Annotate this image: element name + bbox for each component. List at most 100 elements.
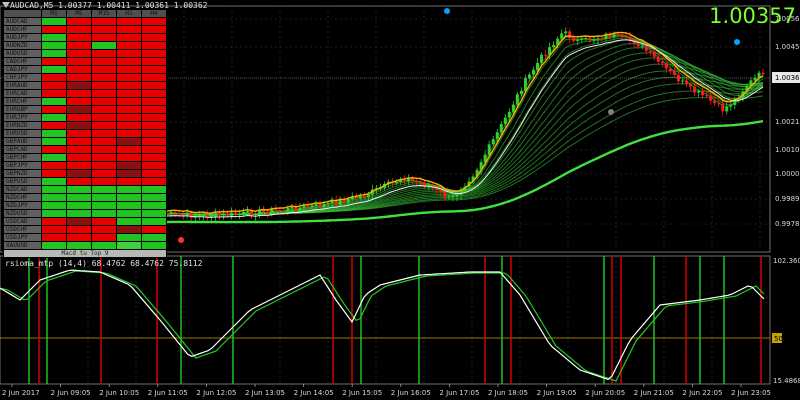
- heatmap-pair-label[interactable]: EURNZD: [3, 121, 42, 130]
- heatmap-pair-label[interactable]: AUDUSD: [3, 49, 42, 58]
- heatmap-row: GBPAUD: [3, 137, 167, 146]
- heatmap-header: M15: [91, 9, 117, 18]
- heatmap-pair-label[interactable]: AUDCHF: [3, 25, 42, 34]
- heatmap-cell: [91, 153, 117, 162]
- heatmap-pair-label[interactable]: EURCAD: [3, 89, 42, 98]
- candle-body: [411, 178, 415, 181]
- candle-body: [612, 33, 616, 38]
- candle-body: [197, 215, 201, 217]
- heatmap-pair-label[interactable]: CADJPY: [3, 65, 42, 74]
- heatmap-pair-label[interactable]: CADCHF: [3, 57, 42, 66]
- heatmap-pair-label[interactable]: EURUSD: [3, 129, 42, 138]
- time-tick-label: 2 Jun 11:05: [148, 389, 188, 397]
- heatmap-cell: [66, 217, 92, 226]
- heatmap-cell: [91, 105, 117, 114]
- heatmap-cell: [66, 153, 92, 162]
- candle-body: [721, 103, 725, 112]
- candle-body: [684, 80, 688, 85]
- candle-body: [201, 214, 205, 216]
- heatmap-cell: [141, 49, 167, 58]
- heatmap-pair-label[interactable]: EURGBP: [3, 105, 42, 114]
- heatmap-cell: [141, 201, 167, 210]
- candle-body: [648, 51, 652, 53]
- candle-body: [181, 214, 185, 216]
- heatmap-pair-label[interactable]: CHFJPY: [3, 73, 42, 82]
- heatmap-cell: [91, 113, 117, 122]
- heatmap-cell: [66, 105, 92, 114]
- heatmap-pair-label[interactable]: GBPUSD: [3, 177, 42, 186]
- candle-body: [306, 205, 310, 208]
- candle-body: [620, 34, 624, 36]
- heatmap-cell: [116, 193, 142, 202]
- heatmap-pair-label[interactable]: AUDNZD: [3, 41, 42, 50]
- candle-body: [455, 194, 459, 197]
- candle-body: [705, 95, 709, 97]
- time-tick-label: 2 Jun 15:05: [342, 389, 382, 397]
- heatmap-cell: [41, 105, 67, 114]
- candle-body: [274, 209, 278, 211]
- heatmap-cell: [66, 193, 92, 202]
- heatmap-pair-label[interactable]: EURAUD: [3, 81, 42, 90]
- heatmap-cell: [41, 169, 67, 178]
- heatmap-cell: [141, 105, 167, 114]
- heatmap-cell: [41, 241, 67, 250]
- current-price-label: 1.00362: [775, 74, 800, 82]
- heatmap-cell: [66, 89, 92, 98]
- candle-body: [238, 214, 242, 216]
- heatmap-cell: [116, 201, 142, 210]
- heatmap-cell: [116, 41, 142, 50]
- heatmap-pair-label[interactable]: GBPCHF: [3, 153, 42, 162]
- candle-body: [636, 43, 640, 47]
- heatmap-cell: [141, 193, 167, 202]
- heatmap-cell: [66, 33, 92, 42]
- candle-body: [544, 54, 548, 56]
- heatmap-cell: [41, 145, 67, 154]
- indicator-axis-bottom: 15.4868: [773, 377, 800, 385]
- heatmap-pair-label[interactable]: EURJPY: [3, 113, 42, 122]
- heatmap-pair-label[interactable]: USDCAD: [3, 217, 42, 226]
- heatmap-pair-label[interactable]: NZDCHF: [3, 193, 42, 202]
- heatmap-cell: [41, 121, 67, 130]
- candle-body: [725, 106, 729, 112]
- heatmap-pair-label[interactable]: AUDCAD: [3, 17, 42, 26]
- candle-body: [640, 45, 644, 47]
- heatmap-pair-label[interactable]: XAUUSD: [3, 241, 42, 250]
- heatmap-cell: [66, 145, 92, 154]
- heatmap-cell: [116, 89, 142, 98]
- heatmap-row: GBPCHF: [3, 153, 167, 162]
- heatmap-cell: [41, 129, 67, 138]
- time-tick-label: 2 Jun 09:05: [51, 389, 91, 397]
- candle-body: [419, 181, 423, 183]
- time-tick-label: 2 Jun 14:05: [294, 389, 334, 397]
- heatmap-pair-label[interactable]: AUDJPY: [3, 33, 42, 42]
- heatmap-pair-label[interactable]: GBPNZD: [3, 169, 42, 178]
- heatmap-cell: [41, 177, 67, 186]
- heatmap-cell: [116, 81, 142, 90]
- heatmap-pair-label[interactable]: GBPJPY: [3, 161, 42, 170]
- candle-body: [580, 38, 584, 40]
- heatmap-pair-label[interactable]: USDCHF: [3, 225, 42, 234]
- heatmap-cell: [66, 121, 92, 130]
- candle-body: [540, 54, 544, 63]
- heatmap-cell: [41, 81, 67, 90]
- heatmap-cell: [66, 73, 92, 82]
- heatmap-pair-label[interactable]: EURCHF: [3, 97, 42, 106]
- heatmap-pair-label[interactable]: USDJPY: [3, 233, 42, 242]
- heatmap-row: NZDCHF: [3, 193, 167, 202]
- candle-body: [652, 51, 656, 57]
- heatmap-cell: [116, 97, 142, 106]
- heatmap-pair-label[interactable]: NZDJPY: [3, 201, 42, 210]
- candle-body: [286, 208, 290, 211]
- collapse-icon[interactable]: [2, 2, 10, 8]
- heatmap-pair-label[interactable]: GBPAUD: [3, 137, 42, 146]
- heatmap-header: H1: [116, 9, 142, 18]
- heatmap-pair-label[interactable]: NZDUSD: [3, 209, 42, 218]
- signal-dot: [734, 39, 740, 45]
- heatmap-cell: [91, 233, 117, 242]
- currency-heatmap: M1 M5 M15 H1 H4 AUDCAD AUDCHF AUDJPY AUDNZD AUDUS…: [3, 9, 167, 258]
- heatmap-pair-label[interactable]: NZDCAD: [3, 185, 42, 194]
- heatmap-row: GBPJPY: [3, 161, 167, 170]
- heatmap-pair-label[interactable]: GBPCAD: [3, 145, 42, 154]
- heatmap-row: GBPUSD: [3, 177, 167, 186]
- signal-dot: [444, 8, 450, 14]
